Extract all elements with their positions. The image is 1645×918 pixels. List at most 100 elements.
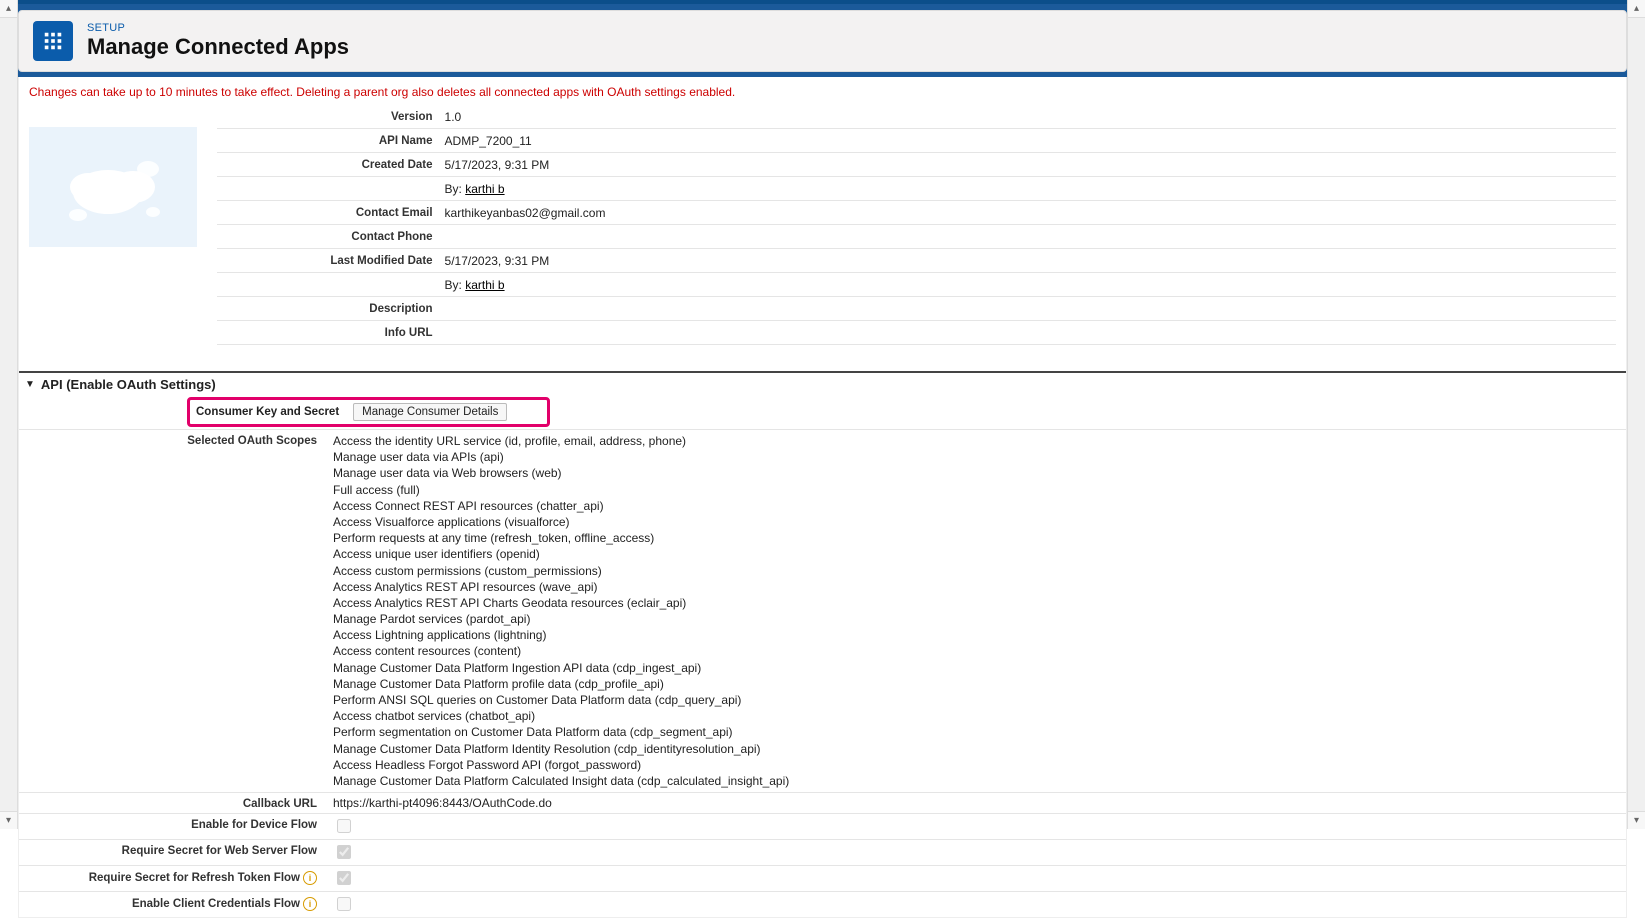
scope-item: Access Lightning applications (lightning… [333,627,1618,643]
scope-item: Perform requests at any time (refresh_to… [333,530,1618,546]
api-name-value: ADMP_7200_11 [439,129,1616,153]
info-url-value [439,321,1616,345]
consumer-row: Consumer Key and Secret Manage Consumer … [19,395,1626,430]
callback-row: Callback URL https://karthi-pt4096:8443/… [19,793,1626,814]
consumer-key-label: Consumer Key and Secret [196,406,339,418]
content-panel: Changes can take up to 10 minutes to tak… [18,77,1627,918]
created-by-cell: By: karthi b [439,177,1616,201]
description-label: Description [217,297,439,321]
breadcrumb: SETUP [87,22,349,34]
last-modified-value: 5/17/2023, 9:31 PM [439,249,1616,273]
table-row: Contact Email karthikeyanbas02@gmail.com [217,201,1616,225]
scopes-list: Access the identity URL service (id, pro… [333,433,1618,789]
scope-item: Manage user data via APIs (api) [333,449,1618,465]
scroll-down-icon[interactable]: ▾ [0,811,17,829]
by-prefix: By: [445,278,466,292]
last-modified-label: Last Modified Date [217,249,439,273]
scope-item: Manage Pardot services (pardot_api) [333,611,1618,627]
app-logo [29,127,197,247]
created-date-value: 5/17/2023, 9:31 PM [439,153,1616,177]
client-credentials-checkbox [337,897,351,911]
page-header: SETUP Manage Connected Apps [18,10,1627,72]
require-secret-web-row: Require Secret for Web Server Flow [19,840,1626,866]
device-flow-label: Enable for Device Flow [27,817,333,831]
header-text: SETUP Manage Connected Apps [87,22,349,59]
scope-item: Access Visualforce applications (visualf… [333,514,1618,530]
scope-item: Access chatbot services (chatbot_api) [333,708,1618,724]
setup-icon [33,21,73,61]
contact-phone-label: Contact Phone [217,225,439,249]
scope-item: Manage Customer Data Platform profile da… [333,676,1618,692]
scopes-row: Selected OAuth Scopes Access the identit… [19,430,1626,793]
manage-consumer-details-button[interactable]: Manage Consumer Details [353,403,507,421]
scope-item: Full access (full) [333,482,1618,498]
version-value: 1.0 [439,105,1616,129]
scope-item: Access Analytics REST API resources (wav… [333,579,1618,595]
callback-url-label: Callback URL [27,796,333,810]
apps-grid-icon [42,30,64,52]
api-name-label: API Name [217,129,439,153]
scope-item: Perform segmentation on Customer Data Pl… [333,724,1618,740]
info-url-label: Info URL [217,321,439,345]
contact-email-value: karthikeyanbas02@gmail.com [439,201,1616,225]
table-row: Contact Phone [217,225,1616,249]
client-credentials-label: Enable Client Credentials Flow [132,898,300,910]
api-section-title: API (Enable OAuth Settings) [41,377,216,392]
table-row: Created Date 5/17/2023, 9:31 PM [217,153,1616,177]
contact-phone-value [439,225,1616,249]
outer-scrollbar-left[interactable]: ▴ ▾ [0,0,18,829]
outer-scrollbar-right[interactable]: ▴ ▾ [1627,0,1645,829]
modified-by-link[interactable]: karthi b [465,278,504,292]
client-credentials-row: Enable Client Credentials Flowi [19,892,1626,917]
table-row: Last Modified Date 5/17/2023, 9:31 PM [217,249,1616,273]
scope-item: Access content resources (content) [333,643,1618,659]
created-date-label: Created Date [217,153,439,177]
by-prefix: By: [445,182,466,196]
require-secret-refresh-row: Require Secret for Refresh Token Flowi [19,866,1626,892]
table-row: Version 1.0 [217,105,1616,129]
scroll-up-icon[interactable]: ▴ [1628,0,1645,18]
scope-item: Manage user data via Web browsers (web) [333,465,1618,481]
scope-item: Access Headless Forgot Password API (for… [333,757,1618,773]
device-flow-checkbox [337,819,351,833]
callback-url-value: https://karthi-pt4096:8443/OAuthCode.do [333,796,1618,810]
table-row: By: karthi b [217,177,1616,201]
table-row: Description [217,297,1616,321]
header-band: SETUP Manage Connected Apps [0,0,1645,77]
scope-item: Access unique user identifiers (openid) [333,546,1618,562]
scope-item: Access Connect REST API resources (chatt… [333,498,1618,514]
cloud-icon [53,147,173,227]
table-row: By: karthi b [217,273,1616,297]
scope-item: Manage Customer Data Platform Ingestion … [333,660,1618,676]
require-secret-web-checkbox [337,845,351,859]
page-root: ▴ ▾ ▴ ▾ SETUP Manage Connected Apps Chan… [0,0,1645,918]
require-secret-refresh-checkbox [337,871,351,885]
scopes-label: Selected OAuth Scopes [27,433,333,447]
page-title: Manage Connected Apps [87,34,349,59]
scroll-up-icon[interactable]: ▴ [0,0,17,18]
require-secret-refresh-label: Require Secret for Refresh Token Flow [89,872,300,884]
scope-item: Access Analytics REST API Charts Geodata… [333,595,1618,611]
info-icon[interactable]: i [303,897,317,911]
scope-item: Access the identity URL service (id, pro… [333,433,1618,449]
modified-by-cell: By: karthi b [439,273,1616,297]
scope-item: Perform ANSI SQL queries on Customer Dat… [333,692,1618,708]
device-flow-row: Enable for Device Flow [19,814,1626,840]
contact-email-label: Contact Email [217,201,439,225]
table-row: Info URL [217,321,1616,345]
consumer-highlight: Consumer Key and Secret Manage Consumer … [187,397,550,427]
require-secret-web-label: Require Secret for Web Server Flow [27,843,333,857]
table-row: API Name ADMP_7200_11 [217,129,1616,153]
summary-table: Version 1.0 API Name ADMP_7200_11 Create… [217,105,1616,345]
warning-message: Changes can take up to 10 minutes to tak… [19,77,1626,105]
description-value [439,297,1616,321]
scope-item: Access custom permissions (custom_permis… [333,563,1618,579]
scope-item: Manage Customer Data Platform Calculated… [333,773,1618,789]
chevron-down-icon: ▼ [25,379,35,390]
summary-area: Version 1.0 API Name ADMP_7200_11 Create… [19,105,1626,353]
scroll-down-icon[interactable]: ▾ [1628,811,1645,829]
created-by-link[interactable]: karthi b [465,182,504,196]
version-label: Version [217,105,439,129]
api-section-header[interactable]: ▼ API (Enable OAuth Settings) [19,371,1626,395]
info-icon[interactable]: i [303,871,317,885]
